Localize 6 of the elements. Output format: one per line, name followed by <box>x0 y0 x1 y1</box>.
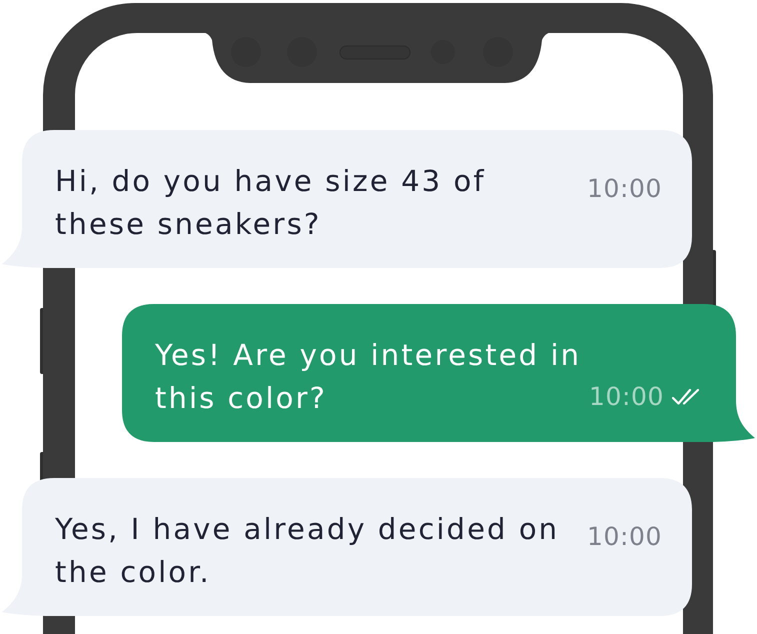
message-text: Yes! Are you interested in this color? <box>155 337 582 417</box>
message-text: Hi, do you have size 43 of these sneakers? <box>55 163 487 243</box>
message-text: Yes, I have already decided on the color. <box>55 511 560 591</box>
message-time: 10:00 <box>588 382 664 412</box>
message-time: 10:00 <box>586 174 662 204</box>
message-time: 10:00 <box>586 522 662 552</box>
